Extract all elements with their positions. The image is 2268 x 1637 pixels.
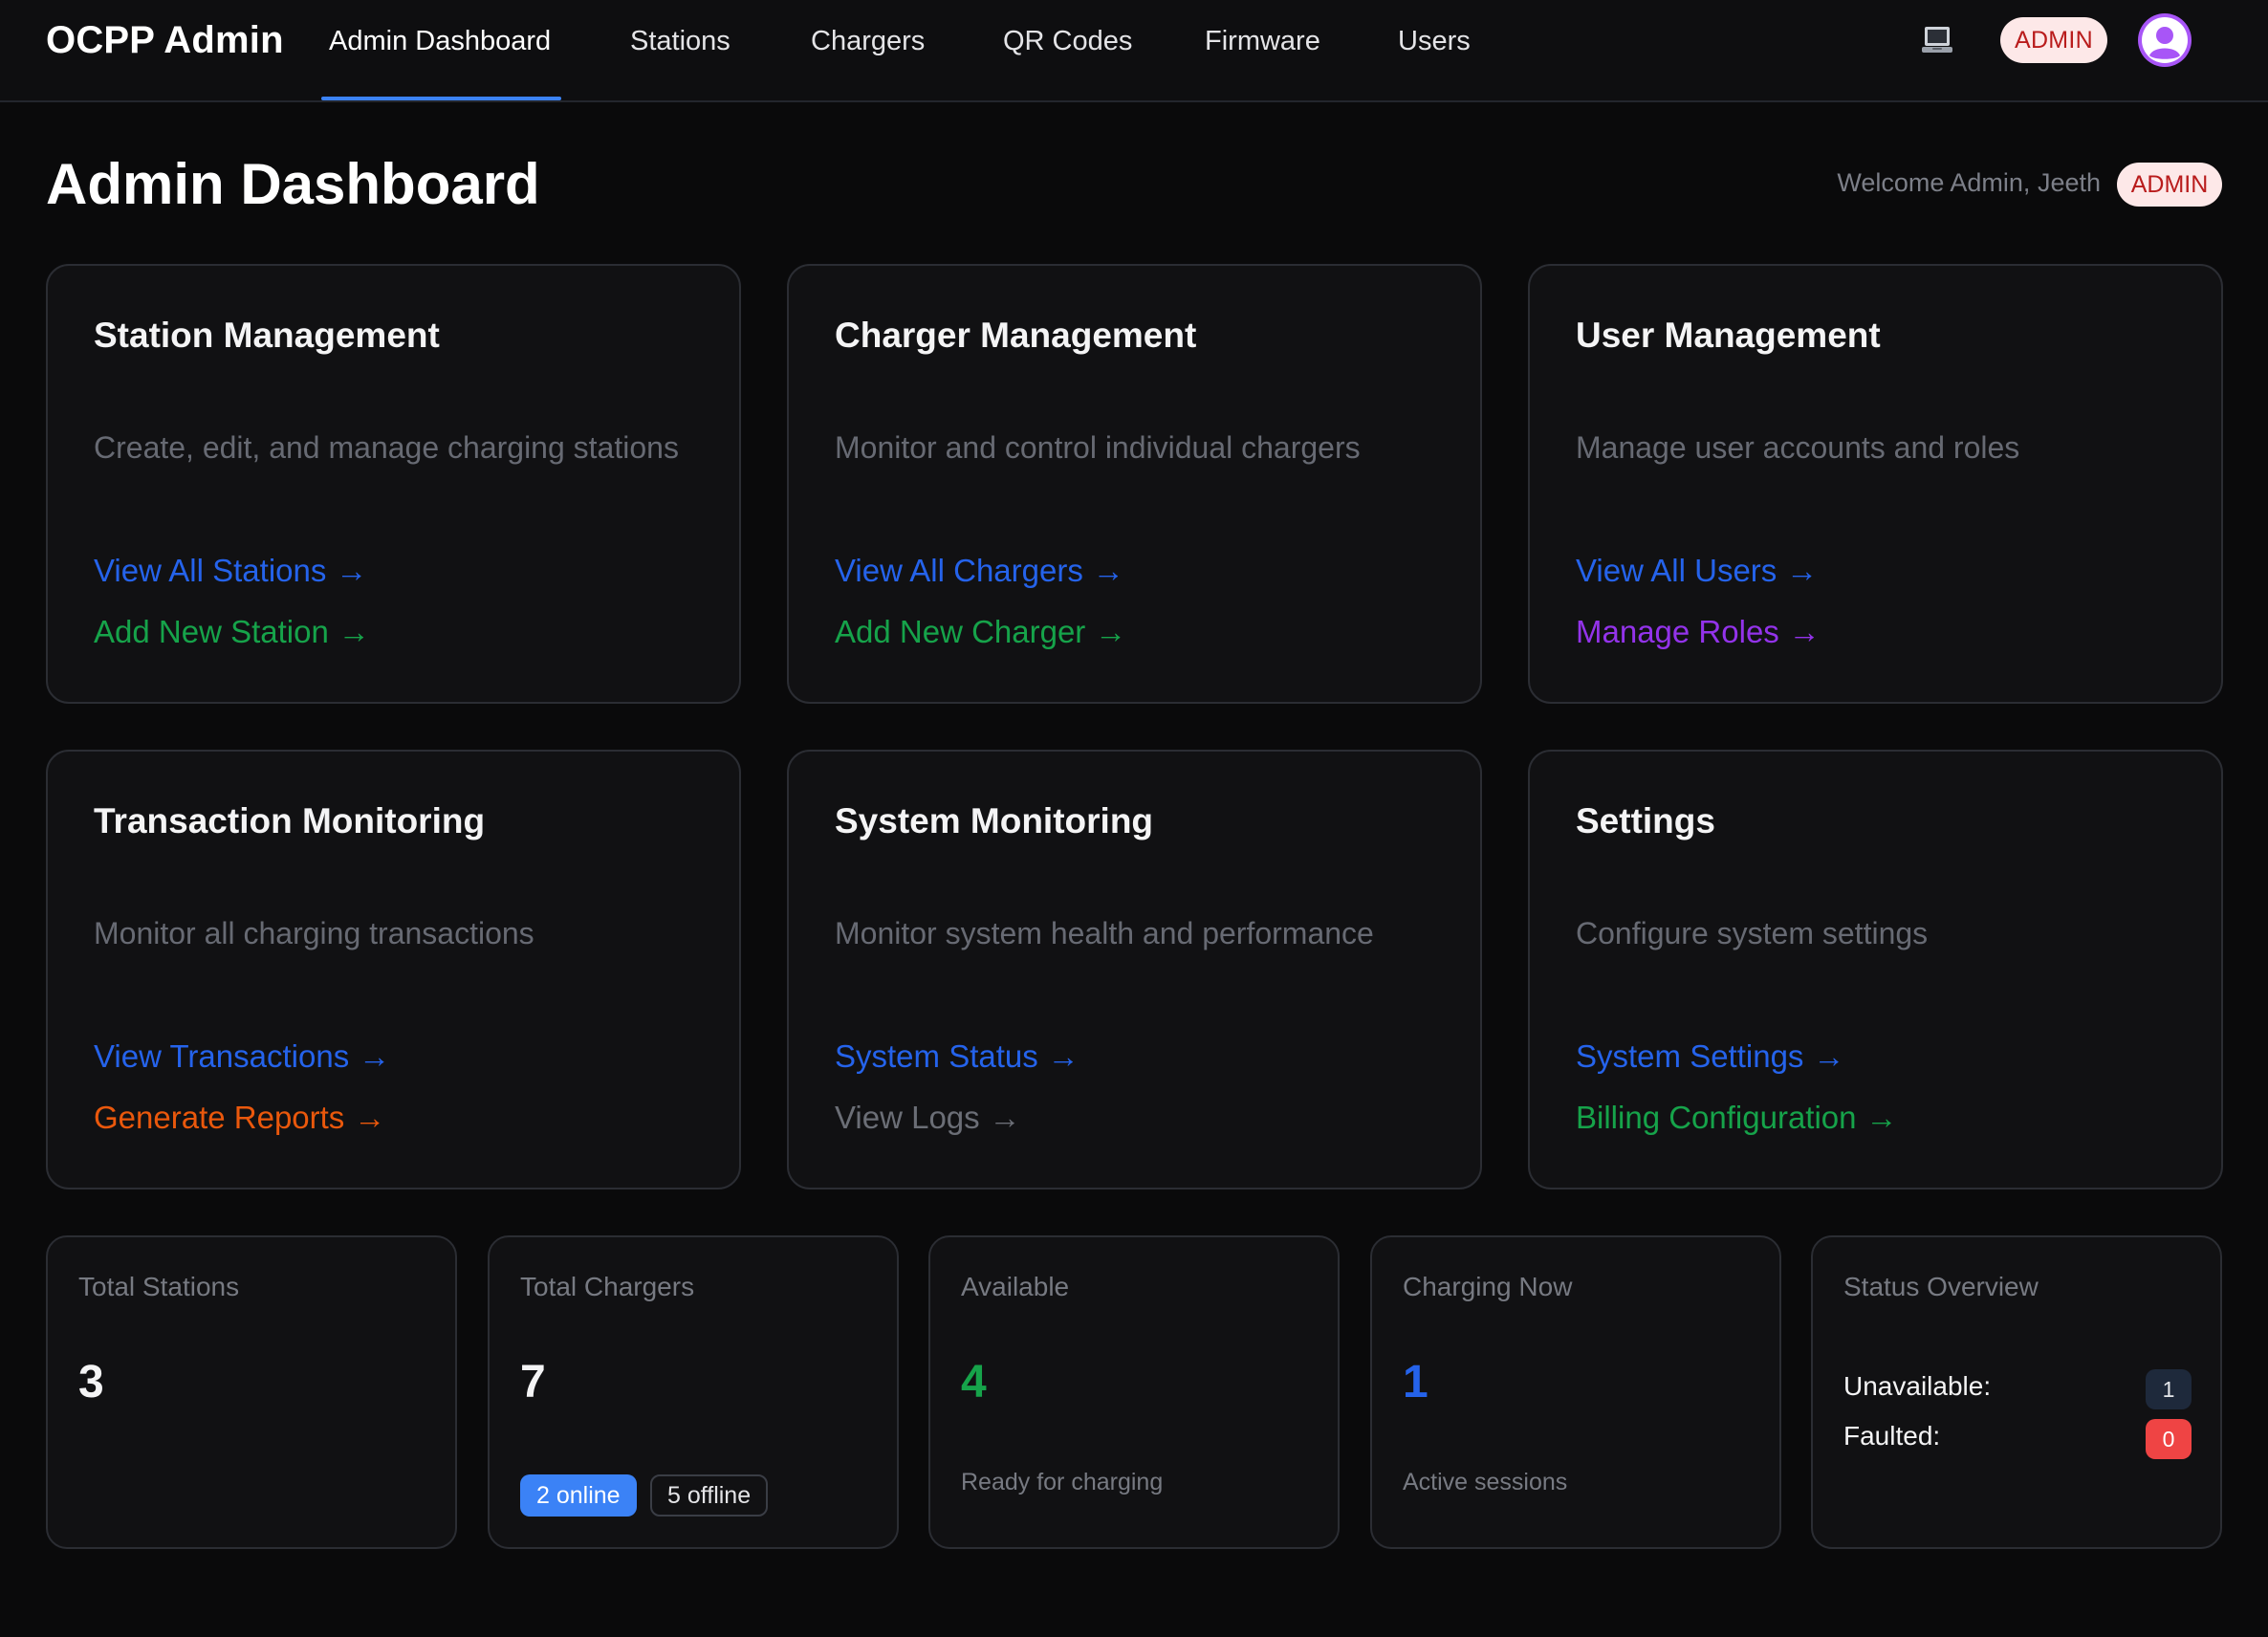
nav-item-admin-dashboard[interactable]: Admin Dashboard (329, 26, 551, 102)
card-title: Station Management (94, 316, 440, 355)
brand-logo[interactable]: OCPP Admin (46, 19, 284, 62)
active-tab-indicator (321, 97, 561, 100)
system-settings-link[interactable]: System Settings → (1576, 1038, 1844, 1075)
faulted-count-badge: 0 (2146, 1419, 2192, 1459)
view-all-stations-link[interactable]: View All Stations → (94, 553, 367, 589)
stat-label: Status Overview (1843, 1272, 2039, 1301)
faulted-label: Faulted: (1843, 1421, 1941, 1451)
laptop-icon[interactable] (1920, 23, 1954, 57)
card-user-management: User Management Manage user accounts and… (1528, 264, 2223, 704)
stat-value: 4 (961, 1357, 987, 1408)
arrow-right-icon: → (354, 1100, 386, 1135)
user-avatar-icon[interactable] (2138, 13, 2192, 67)
welcome-role-badge: ADMIN (2117, 163, 2222, 207)
stat-subtext: Ready for charging (961, 1469, 1164, 1495)
system-status-link[interactable]: System Status → (835, 1038, 1079, 1075)
card-system-monitoring: System Monitoring Monitor system health … (787, 750, 1482, 1190)
card-title: System Monitoring (835, 801, 1154, 840)
role-badge: ADMIN (2000, 17, 2107, 63)
offline-count-badge: 5 offline (650, 1474, 769, 1517)
card-settings: Settings Configure system settings Syste… (1528, 750, 2223, 1190)
card-description: Monitor all charging transactions (94, 916, 534, 950)
nav-item-users[interactable]: Users (1398, 26, 1471, 102)
card-transaction-monitoring: Transaction Monitoring Monitor all charg… (46, 750, 741, 1190)
nav-item-stations[interactable]: Stations (630, 26, 731, 102)
stat-status-overview: Status Overview Unavailable: 1 Faulted: … (1811, 1235, 2222, 1549)
add-new-charger-link[interactable]: Add New Charger → (835, 614, 1126, 650)
card-description: Monitor system health and performance (835, 916, 1374, 950)
welcome-text: Welcome Admin, Jeeth (1837, 168, 2101, 197)
stat-subtext: Active sessions (1403, 1469, 1568, 1495)
card-description: Configure system settings (1576, 916, 1929, 950)
card-title: Charger Management (835, 316, 1197, 355)
stat-label: Total Stations (78, 1272, 240, 1301)
view-all-users-link[interactable]: View All Users → (1576, 553, 1818, 589)
stat-label: Total Chargers (520, 1272, 695, 1301)
stat-label: Available (961, 1272, 1070, 1301)
card-title: Transaction Monitoring (94, 801, 486, 840)
stat-value: 3 (78, 1357, 104, 1408)
card-station-management: Station Management Create, edit, and man… (46, 264, 741, 704)
billing-configuration-link[interactable]: Billing Configuration → (1576, 1100, 1898, 1136)
arrow-right-icon: → (1865, 1100, 1898, 1135)
page-title: Admin Dashboard (46, 152, 540, 216)
arrow-right-icon: → (336, 553, 368, 588)
arrow-right-icon: → (989, 1100, 1021, 1135)
stat-available: Available 4 Ready for charging (928, 1235, 1340, 1549)
stat-label: Charging Now (1403, 1272, 1573, 1301)
generate-reports-link[interactable]: Generate Reports → (94, 1100, 385, 1136)
arrow-right-icon: → (1786, 553, 1819, 588)
top-nav: OCPP Admin Admin Dashboard Stations Char… (0, 0, 2268, 102)
stat-total-chargers: Total Chargers 7 2 online 5 offline (488, 1235, 899, 1549)
arrow-right-icon: → (1813, 1038, 1845, 1074)
unavailable-label: Unavailable: (1843, 1371, 1992, 1401)
stat-value: 1 (1403, 1357, 1428, 1408)
manage-roles-link[interactable]: Manage Roles → (1576, 614, 1821, 650)
stat-total-stations: Total Stations 3 (46, 1235, 457, 1549)
arrow-right-icon: → (1092, 553, 1124, 588)
view-transactions-link[interactable]: View Transactions → (94, 1038, 390, 1075)
arrow-right-icon: → (1047, 1038, 1079, 1074)
arrow-right-icon: → (338, 614, 370, 649)
view-all-chargers-link[interactable]: View All Chargers → (835, 553, 1124, 589)
online-count-badge: 2 online (520, 1474, 637, 1517)
unavailable-count-badge: 1 (2146, 1369, 2192, 1409)
view-logs-link[interactable]: View Logs → (835, 1100, 1021, 1136)
nav-item-firmware[interactable]: Firmware (1205, 26, 1320, 102)
stat-value: 7 (520, 1357, 546, 1408)
stat-charging-now: Charging Now 1 Active sessions (1370, 1235, 1781, 1549)
card-title: Settings (1576, 801, 1715, 840)
card-description: Monitor and control individual chargers (835, 430, 1361, 465)
card-title: User Management (1576, 316, 1881, 355)
arrow-right-icon: → (359, 1038, 391, 1074)
card-description: Manage user accounts and roles (1576, 430, 2020, 465)
arrow-right-icon: → (1095, 614, 1127, 649)
nav-item-chargers[interactable]: Chargers (811, 26, 925, 102)
nav-item-qr-codes[interactable]: QR Codes (1003, 26, 1132, 102)
card-description: Create, edit, and manage charging statio… (94, 430, 679, 465)
arrow-right-icon: → (1788, 614, 1821, 649)
card-charger-management: Charger Management Monitor and control i… (787, 264, 1482, 704)
add-new-station-link[interactable]: Add New Station → (94, 614, 370, 650)
